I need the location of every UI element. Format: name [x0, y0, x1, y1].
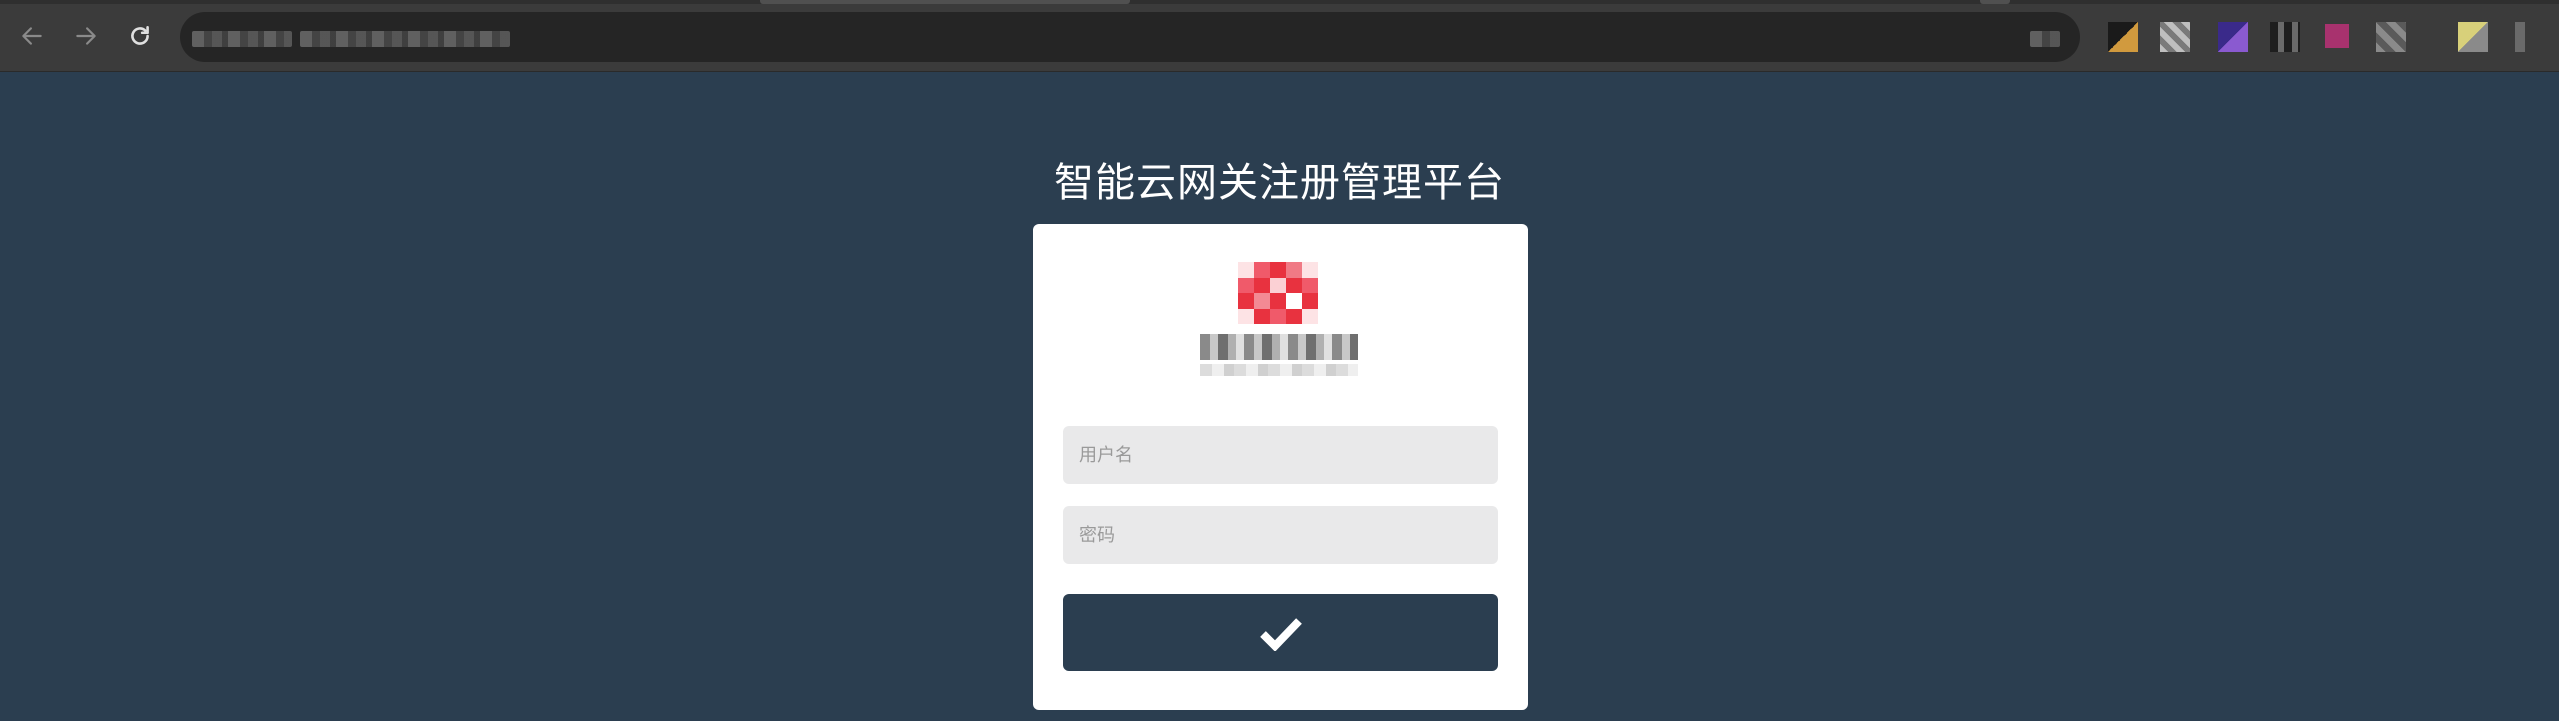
browser-toolbar — [0, 0, 2559, 72]
address-bar[interactable] — [180, 12, 2080, 62]
password-input[interactable] — [1063, 506, 1498, 564]
back-button[interactable] — [10, 14, 54, 58]
logo-wordmark — [1200, 334, 1358, 360]
username-input[interactable] — [1063, 426, 1498, 484]
extension-icon[interactable] — [2376, 22, 2406, 52]
url-text-redacted — [300, 31, 510, 47]
forward-button[interactable] — [64, 14, 108, 58]
extension-icon[interactable] — [2325, 24, 2349, 48]
reload-button[interactable] — [118, 14, 162, 58]
tab[interactable] — [1980, 0, 2010, 4]
extension-icon[interactable] — [2218, 22, 2248, 52]
extension-icon[interactable] — [2108, 22, 2138, 52]
page-title: 智能云网关注册管理平台 — [1054, 160, 1505, 206]
arrow-right-icon — [76, 27, 96, 45]
login-card — [1033, 224, 1528, 710]
checkmark-icon — [1259, 617, 1302, 651]
arrow-left-icon — [22, 27, 42, 45]
extension-icon[interactable] — [2270, 22, 2300, 52]
bookmark-icon[interactable] — [2030, 31, 2060, 47]
menu-icon[interactable] — [2515, 22, 2525, 52]
tab-strip — [0, 0, 2559, 4]
extension-icon[interactable] — [2160, 22, 2190, 52]
extension-icon[interactable] — [2458, 22, 2488, 52]
login-submit-button[interactable] — [1063, 594, 1498, 671]
url-text-redacted — [192, 31, 292, 47]
logo — [1238, 262, 1318, 324]
reload-icon — [131, 26, 149, 45]
tab[interactable] — [760, 0, 1130, 4]
logo-subtitle — [1200, 364, 1358, 376]
